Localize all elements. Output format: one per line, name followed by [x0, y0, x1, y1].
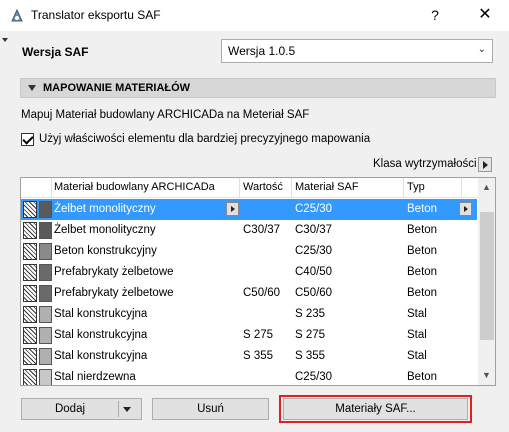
material-color-swatch — [39, 201, 52, 218]
cell-type: Beton — [407, 245, 438, 257]
saf-material-picker-arrow-icon[interactable] — [459, 202, 472, 216]
collapse-marker-icon — [2, 38, 8, 42]
cell-saf-material: C25/30 — [295, 245, 333, 257]
cell-saf-material: C30/37 — [295, 224, 333, 236]
material-color-swatch — [39, 306, 52, 323]
fill-pattern-icon — [23, 348, 37, 365]
cell-type: Beton — [407, 203, 438, 215]
material-color-swatch — [39, 285, 52, 302]
cell-type: Beton — [407, 266, 438, 278]
fill-pattern-icon — [23, 201, 37, 218]
column-separator — [461, 178, 462, 198]
fill-pattern-icon — [23, 369, 37, 385]
material-color-swatch — [39, 327, 52, 344]
precise-mapping-label: Użyj właściwości elementu dla bardziej p… — [39, 133, 371, 145]
archicad-gear-icon — [11, 8, 23, 22]
window-title: Translator eksportu SAF — [31, 8, 161, 22]
cell-value: S 355 — [243, 350, 274, 362]
remove-button[interactable]: Usuń — [152, 398, 269, 420]
table-row[interactable]: Stal konstrukcyjna S 355 S 355 Stal — [21, 346, 477, 367]
add-button[interactable]: Dodaj — [21, 398, 142, 420]
column-separator — [239, 178, 240, 198]
cell-material: Stal konstrukcyjna — [54, 329, 148, 341]
table-row[interactable]: Prefabrykaty żelbetowe C40/50 Beton — [21, 262, 477, 283]
vertical-scrollbar[interactable]: ▲ ▼ — [478, 178, 495, 385]
saf-materials-button[interactable]: Materiały SAF... — [283, 398, 468, 420]
value-picker-arrow-icon[interactable] — [226, 202, 239, 216]
title-bar: Translator eksportu SAF ? ✕ — [0, 0, 509, 31]
cell-type: Beton — [407, 371, 438, 383]
section-title: MAPOWANIE MATERIAŁÓW — [43, 82, 191, 94]
cell-material: Beton konstrukcyjny — [54, 245, 157, 257]
cell-material: Żelbet monolityczny — [54, 224, 156, 236]
cell-saf-material: S 275 — [295, 329, 326, 341]
column-header-saf-material[interactable]: Materiał SAF — [295, 181, 359, 193]
column-header-material[interactable]: Materiał budowlany ARCHICADa — [54, 181, 215, 193]
scroll-thumb[interactable] — [480, 212, 494, 340]
fill-pattern-icon — [23, 264, 37, 281]
close-button[interactable]: ✕ — [472, 4, 498, 26]
fill-pattern-icon — [23, 327, 37, 344]
cell-saf-material: S 355 — [295, 350, 326, 362]
fill-pattern-icon — [23, 306, 37, 323]
table-row[interactable]: Stal konstrukcyjna S 275 S 275 Stal — [21, 325, 477, 346]
add-button-label: Dodaj — [54, 403, 86, 415]
column-separator — [403, 178, 404, 198]
scroll-up-icon[interactable]: ▲ — [482, 182, 491, 192]
cell-material: Stal nierdzewna — [54, 371, 136, 383]
cell-type: Stal — [407, 329, 427, 341]
table-row[interactable]: Żelbet monolityczny C25/30 Beton — [21, 199, 477, 220]
material-color-swatch — [39, 369, 52, 385]
cell-saf-material: C40/50 — [295, 266, 333, 278]
fill-pattern-icon — [23, 243, 37, 260]
chevron-down-icon: ⌄ — [477, 44, 486, 55]
version-value: Wersja 1.0.5 — [228, 44, 296, 58]
help-button[interactable]: ? — [425, 4, 445, 26]
cell-type: Beton — [407, 224, 438, 236]
cell-material: Stal konstrukcyjna — [54, 308, 148, 320]
material-color-swatch — [39, 264, 52, 281]
material-color-swatch — [39, 348, 52, 365]
precise-mapping-checkbox[interactable] — [21, 133, 34, 146]
cell-value: C50/60 — [243, 287, 281, 299]
column-header-value[interactable]: Wartość — [243, 181, 283, 193]
table-row[interactable]: Żelbet monolityczny C30/37 C30/37 Beton — [21, 220, 477, 241]
cell-saf-material: C25/30 — [295, 203, 333, 215]
cell-material: Prefabrykaty żelbetowe — [54, 266, 174, 278]
collapse-triangle-icon — [28, 85, 36, 91]
cell-material: Żelbet monolityczny — [54, 203, 156, 215]
dropdown-arrow-icon[interactable] — [123, 407, 131, 412]
cell-material: Prefabrykaty żelbetowe — [54, 287, 174, 299]
cell-type: Stal — [407, 350, 427, 362]
column-separator — [291, 178, 292, 198]
version-select[interactable]: Wersja 1.0.5 ⌄ — [221, 39, 493, 63]
cell-value: C30/37 — [243, 224, 281, 236]
table-row[interactable]: Stal konstrukcyjna S 235 Stal — [21, 304, 477, 325]
column-header-type[interactable]: Typ — [407, 181, 425, 193]
cell-value: S 275 — [243, 329, 274, 341]
fill-pattern-icon — [23, 222, 37, 239]
material-color-swatch — [39, 222, 52, 239]
table-row[interactable]: Stal nierdzewna C25/30 Beton — [21, 367, 477, 385]
scroll-down-icon[interactable]: ▼ — [482, 370, 491, 380]
section-description: Mapuj Materiał budowlany ARCHICADa na Me… — [21, 109, 310, 121]
cell-saf-material: S 235 — [295, 308, 326, 320]
cell-type: Beton — [407, 287, 438, 299]
material-table: Materiał budowlany ARCHICADa Wartość Mat… — [20, 177, 496, 386]
version-label: Wersja SAF — [22, 45, 89, 59]
strength-class-label: Klasa wytrzymałości — [373, 158, 477, 170]
table-row[interactable]: Prefabrykaty żelbetowe C50/60 C50/60 Beton — [21, 283, 477, 304]
material-color-swatch — [39, 243, 52, 260]
cell-material: Stal konstrukcyjna — [54, 350, 148, 362]
cell-saf-material: C25/30 — [295, 371, 333, 383]
cell-type: Stal — [407, 308, 427, 320]
cell-saf-material: C50/60 — [295, 287, 333, 299]
fill-pattern-icon — [23, 285, 37, 302]
column-separator — [51, 178, 52, 198]
table-header: Materiał budowlany ARCHICADa Wartość Mat… — [21, 178, 495, 198]
section-header-material-mapping[interactable]: MAPOWANIE MATERIAŁÓW — [20, 78, 496, 98]
table-row[interactable]: Beton konstrukcyjny C25/30 Beton — [21, 241, 477, 262]
strength-class-arrow-icon[interactable] — [478, 157, 492, 172]
split-divider — [118, 401, 119, 417]
